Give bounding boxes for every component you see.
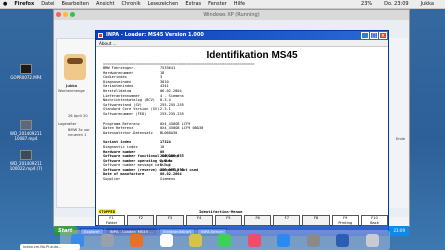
clock[interactable]: Do. 23:09 <box>384 0 408 9</box>
fkey-label: Back <box>370 220 379 225</box>
fkey-f9[interactable]: F9 Printing <box>331 215 359 226</box>
bg-sub: Wochenmenge <box>58 89 85 93</box>
info-label: Supplier <box>103 177 121 182</box>
video-file-icon <box>20 120 32 130</box>
apple-icon[interactable]: ● <box>3 0 7 9</box>
video-file-icon <box>20 150 32 160</box>
mac-menu-bar: ● Firefox Datei Bearbeiten Ansicht Chron… <box>0 0 445 9</box>
vm-title: Windows XP (Running) <box>203 12 260 18</box>
identification-block-2: Programm Referenz 0X4_450GB LCF9 Daten Ref… <box>96 122 388 136</box>
fkey-key: F4 <box>197 216 202 220</box>
minimize-dot-icon[interactable] <box>63 12 68 17</box>
firefox-icon[interactable] <box>130 233 144 247</box>
desktop-icon-gopro[interactable]: GOPR0072.MP4 <box>2 64 50 80</box>
fkey-key: F2 <box>138 216 143 220</box>
status-menu-name: Identifaction-Menue <box>199 209 243 214</box>
desktop-icon-label: WD_201409211 10087.mp4 <box>10 131 42 141</box>
zoom-dot-icon[interactable] <box>70 12 75 17</box>
fkey-f1[interactable]: F1 Folder <box>98 215 126 226</box>
bg-right-text: Ende <box>396 137 406 141</box>
background-right-panel <box>386 38 408 208</box>
menu-ansicht[interactable]: Ansicht <box>96 0 114 9</box>
menu-bearbeiten[interactable]: Bearbeiten <box>62 0 89 9</box>
settings-icon[interactable] <box>306 233 320 247</box>
calendar-icon[interactable] <box>159 233 173 247</box>
page-title: Identifikation MS45 <box>206 50 298 61</box>
info-row: Supplier Siemens <box>103 177 388 182</box>
launchpad-icon[interactable] <box>100 233 114 247</box>
menu-extras[interactable]: Extras <box>185 0 201 9</box>
maximize-button[interactable]: □ <box>370 32 378 39</box>
fkey-f7[interactable]: F7 <box>273 215 301 226</box>
close-dot-icon[interactable] <box>56 12 61 17</box>
fkey-f3[interactable]: F3 <box>156 215 184 226</box>
music-icon[interactable] <box>247 233 261 247</box>
info-value: 255.255.255 <box>160 111 184 116</box>
menu-hilfe[interactable]: Hilfe <box>234 0 245 9</box>
fkey-f5[interactable]: F5 <box>214 215 243 226</box>
fkey-key: F5 <box>226 216 231 220</box>
app-icon <box>98 33 103 38</box>
avatar <box>64 54 86 80</box>
bg-date: 26 April 20 <box>68 114 88 118</box>
vm-title-bar[interactable]: Windows XP (Running) <box>54 10 409 20</box>
desktop-icon-wd2[interactable]: WD_201409211 100022.mp4 (7) <box>2 150 50 171</box>
function-key-bar: F1 Folder F2 F3 F4 F5 F6 F7 F8 F9 Printing F10 Back <box>98 215 389 226</box>
dialog-title-bar[interactable]: INPA - Loader: MS45 Version 1.000 _ □ × <box>96 31 388 40</box>
identification-block-1: BMW Fahrzeugnr. 7533641 Hardwarenummer 18 Co… <box>96 66 388 117</box>
dialog-menu-bar: About ... <box>96 40 388 47</box>
info-value: Siemens <box>160 177 176 182</box>
inpa-dialog[interactable]: INPA - Loader: MS45 Version 1.000 _ □ × … <box>95 30 389 226</box>
fkey-label: Printing <box>338 220 353 225</box>
desktop-icon-label: WD_201409211 100022.mp4 (7) <box>9 161 43 171</box>
menu-chronik[interactable]: Chronik <box>122 0 141 9</box>
fkey-label: Folder <box>106 220 118 225</box>
dialog-title: INPA - Loader: MS45 Version 1.000 <box>106 32 204 38</box>
system-tray-clock[interactable]: 23:09 <box>388 226 409 236</box>
messages-icon[interactable] <box>218 233 232 247</box>
battery-status[interactable]: 23% <box>361 0 372 9</box>
mac-dock <box>60 230 390 250</box>
status-stopped: STOPPED <box>98 209 117 214</box>
trash-icon[interactable] <box>365 233 379 247</box>
status-line: STOPPED Identifaction-Menue <box>96 209 388 214</box>
fkey-key: F3 <box>167 216 173 220</box>
fkey-f2[interactable]: F2 <box>127 215 155 226</box>
fkey-key: F8 <box>313 216 319 220</box>
info-label: Datensatzchnr.Datensatz <box>103 130 153 135</box>
menu-firefox[interactable]: Firefox <box>14 0 34 9</box>
bg-line2: Lageralter <box>58 122 77 126</box>
close-button[interactable]: × <box>379 32 387 39</box>
menu-fenster[interactable]: Fenster <box>208 0 227 9</box>
menu-lesezeichen[interactable]: Lesezeichen <box>148 0 179 9</box>
info-label: Softwarenummer (FED) <box>103 111 147 116</box>
xp-desktop: Jukka Wochenmenge 26 April 20 Lageralter… <box>54 20 409 236</box>
window-controls <box>56 12 75 17</box>
info-value: BL068A30 <box>160 130 178 135</box>
browser-tab-preview[interactable]: Indeo.cm.No.Pl.auto... <box>20 244 80 250</box>
identification-block-3: Variant index 17324 Diagnostic index 18 Hard… <box>96 140 388 181</box>
user-name[interactable]: Jukka <box>421 0 434 9</box>
appstore-icon[interactable] <box>277 233 291 247</box>
desktop-icon-wd1[interactable]: WD_201409211 10087.mp4 <box>2 120 50 141</box>
fkey-f6[interactable]: F6 <box>244 215 272 226</box>
photos-icon[interactable] <box>189 233 203 247</box>
fkey-f4[interactable]: F4 <box>185 215 213 226</box>
menu-about[interactable]: About ... <box>99 41 117 46</box>
bg-line4: neueren 1 <box>68 133 87 137</box>
fkey-key: F7 <box>284 216 289 220</box>
fkey-f8[interactable]: F8 <box>302 215 330 226</box>
fkey-key: F6 <box>255 216 260 220</box>
fkey-f10[interactable]: F10 Back <box>360 215 389 226</box>
minimize-button[interactable]: _ <box>361 32 369 39</box>
video-file-icon <box>20 64 32 74</box>
desktop-icon-label: GOPR0072.MP4 <box>10 75 42 80</box>
virtualbox-window[interactable]: Windows XP (Running) Jukka Wochenmenge 2… <box>53 9 410 236</box>
virtualbox-icon[interactable] <box>336 233 350 247</box>
menu-datei[interactable]: Datei <box>41 0 54 9</box>
